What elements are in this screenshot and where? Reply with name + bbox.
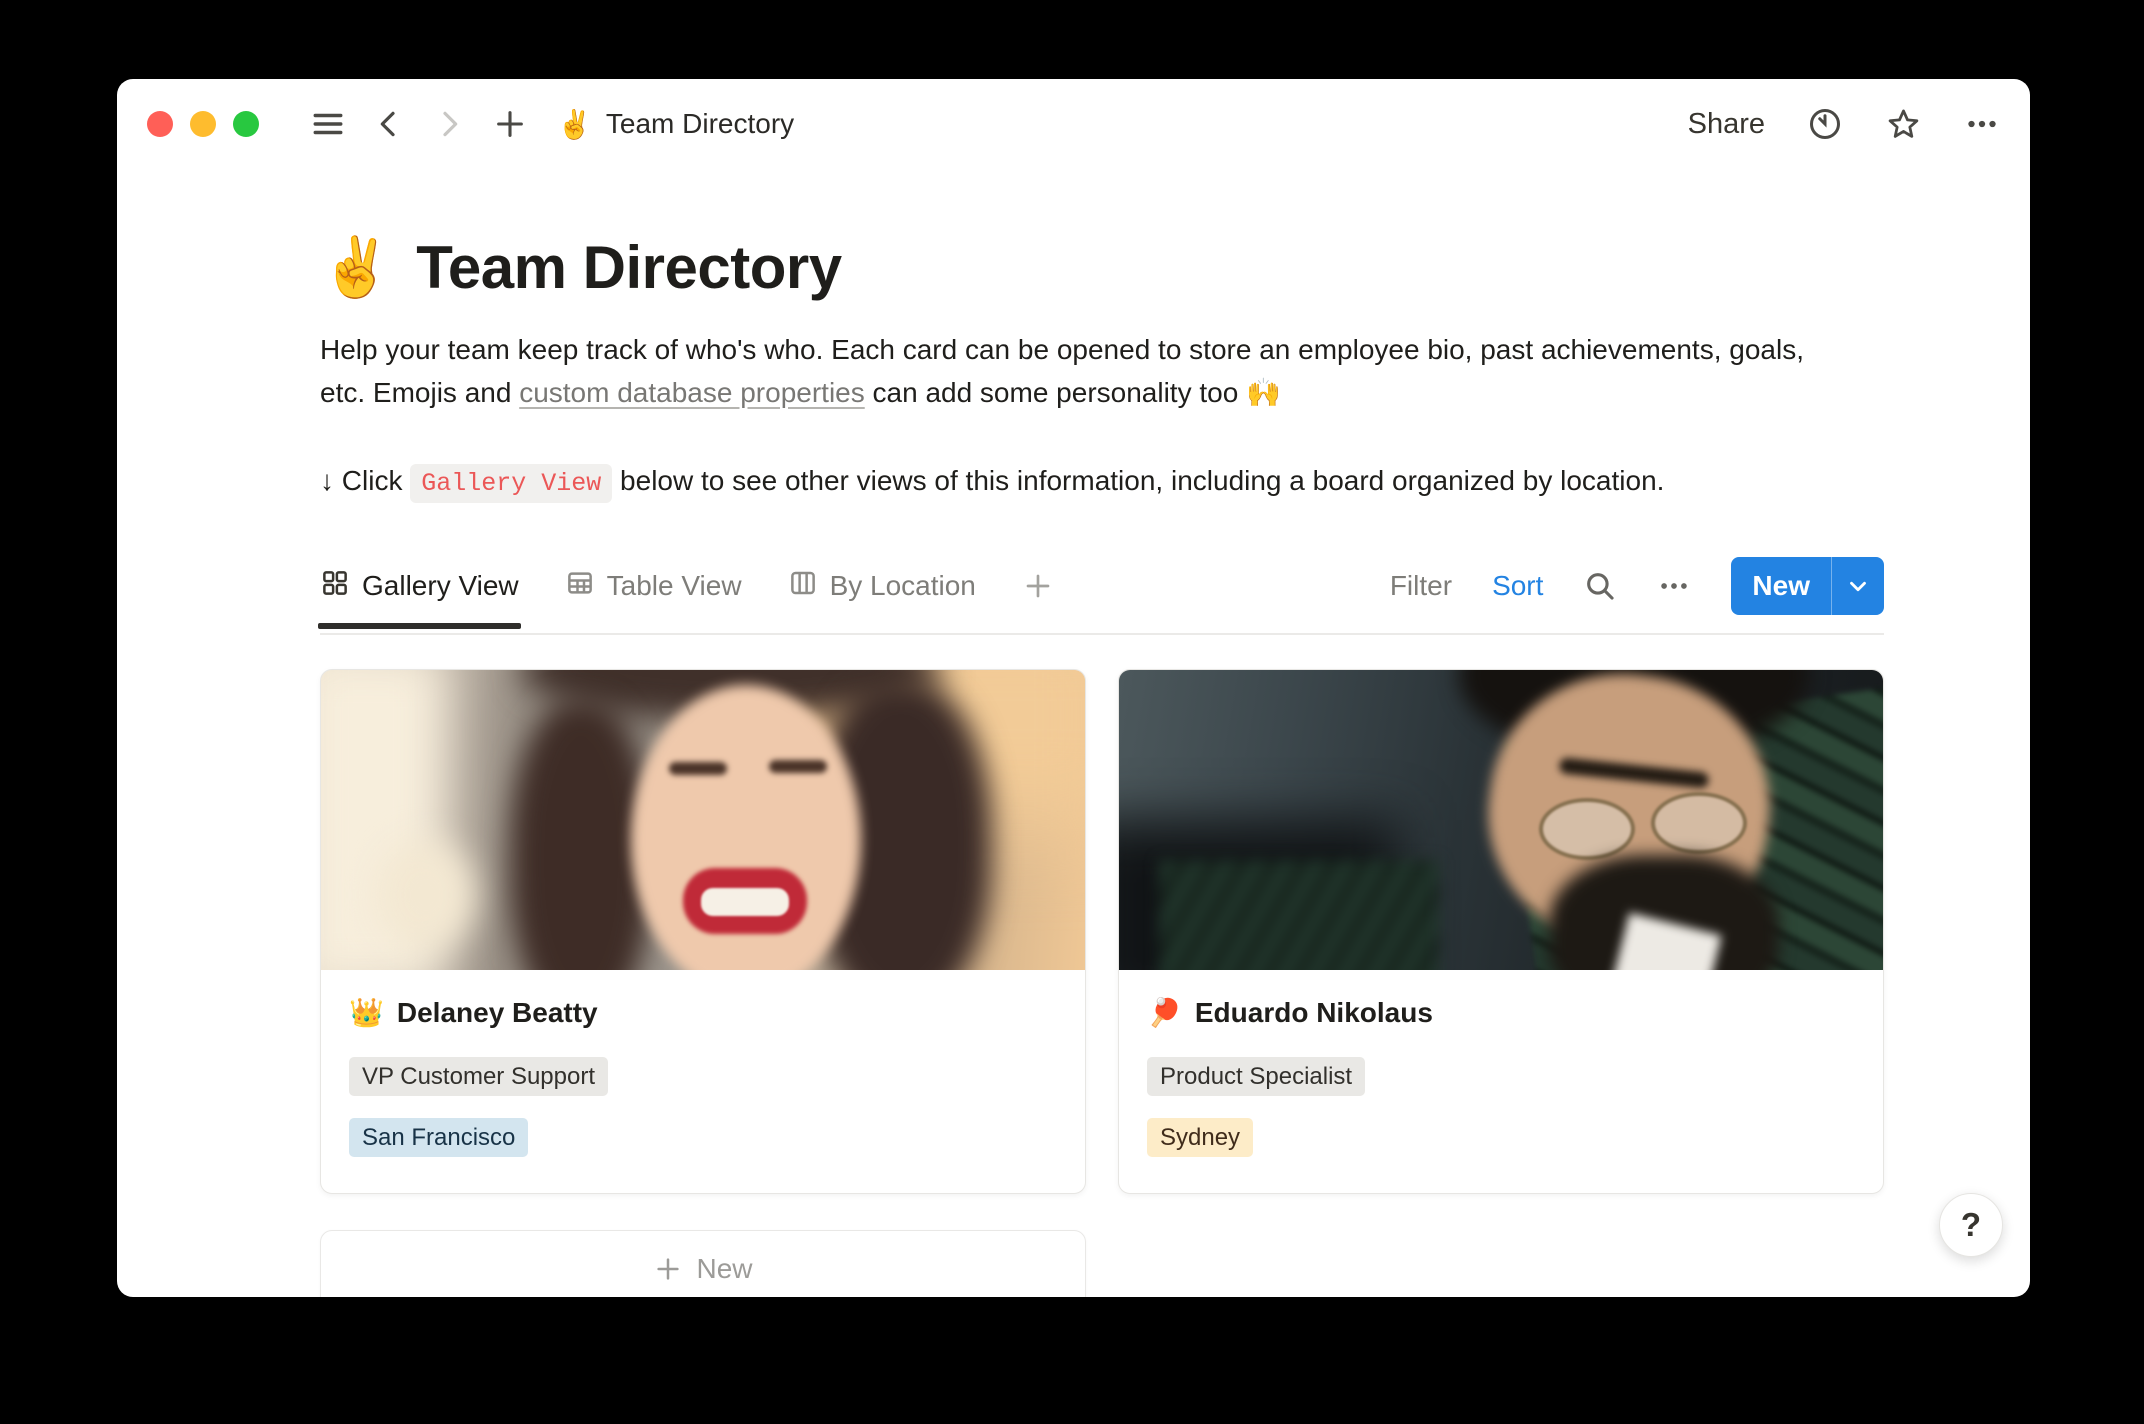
database-view-bar: Gallery View Table View By Location Filt… [320,557,1884,635]
location-tag: San Francisco [349,1118,528,1157]
table-icon [565,568,595,605]
titlebar-actions: Share [1688,106,2000,143]
titlebar-breadcrumb[interactable]: ✌️ Team Directory [557,108,794,141]
location-tag: Sydney [1147,1118,1253,1157]
back-button[interactable] [373,108,405,140]
chevron-down-icon[interactable] [1832,557,1884,615]
card-photo-delaney [321,670,1085,970]
add-card-button[interactable]: New [320,1230,1086,1297]
tab-label: Gallery View [362,570,519,602]
role-row: Product Specialist [1147,1057,1855,1096]
desktop-background: ✌️ Team Directory Share ✌️ Te [0,0,2144,1424]
description-text-tail: can add some personality too 🙌 [865,377,1281,408]
new-record-button[interactable]: New [1731,557,1884,615]
card-title: 👑 Delaney Beatty [349,996,1057,1029]
page-content: ✌️ Team Directory Help your team keep tr… [117,233,2030,1297]
new-tab-button[interactable] [493,107,527,141]
employee-name: Eduardo Nikolaus [1195,997,1433,1029]
fullscreen-window-button[interactable] [233,111,259,137]
hint-text: ↓ Click [320,465,410,496]
tab-label: Table View [607,570,742,602]
page-title: ✌️ Team Directory [320,233,2030,302]
notion-window: ✌️ Team Directory Share ✌️ Te [117,79,2030,1297]
page-title-text: Team Directory [416,233,841,302]
window-titlebar: ✌️ Team Directory Share [117,79,2030,155]
card-photo-eduardo [1119,670,1883,970]
page-emoji-icon: ✌️ [320,239,392,297]
search-icon[interactable] [1583,569,1617,603]
gallery-cards: 👑 Delaney Beatty VP Customer Support San… [320,669,2030,1194]
page-description: Help your team keep track of who's who. … [320,328,1820,414]
titlebar-page-title: Team Directory [606,108,794,140]
hint-text-tail: below to see other views of this informa… [612,465,1664,496]
custom-database-properties-link[interactable]: custom database properties [519,377,865,408]
crown-emoji-icon: 👑 [349,996,384,1029]
location-row: San Francisco [349,1118,1057,1157]
more-options-icon[interactable] [1964,106,2000,142]
plus-icon [653,1254,683,1284]
help-button[interactable]: ? [1939,1193,2003,1257]
tab-gallery-view[interactable]: Gallery View [320,568,519,605]
view-options-icon[interactable] [1657,569,1691,603]
view-toolbar: Filter Sort New [1390,557,1884,615]
sidebar-menu-icon[interactable] [311,107,345,141]
tab-label: By Location [830,570,976,602]
card-delaney-beatty[interactable]: 👑 Delaney Beatty VP Customer Support San… [320,669,1086,1194]
gallery-view-hint: ↓ Click Gallery View below to see other … [320,460,1884,505]
filter-button[interactable]: Filter [1390,570,1452,602]
employee-name: Delaney Beatty [397,997,598,1029]
tab-by-location[interactable]: By Location [788,568,976,605]
card-eduardo-nikolaus[interactable]: 🏓 Eduardo Nikolaus Product Specialist Sy… [1118,669,1884,1194]
board-icon [788,568,818,605]
add-card-label: New [696,1253,752,1285]
card-info: 👑 Delaney Beatty VP Customer Support San… [321,970,1085,1193]
gallery-icon [320,568,350,605]
location-row: Sydney [1147,1118,1855,1157]
tab-table-view[interactable]: Table View [565,568,742,605]
card-info: 🏓 Eduardo Nikolaus Product Specialist Sy… [1119,970,1883,1193]
new-record-label: New [1731,557,1831,615]
share-button[interactable]: Share [1688,108,1765,141]
ping-pong-emoji-icon: 🏓 [1147,996,1182,1029]
gallery-view-code-chip: Gallery View [410,464,612,503]
traffic-lights [147,111,259,137]
doc-emoji-icon: ✌️ [557,108,592,141]
sort-button[interactable]: Sort [1492,570,1543,602]
favorite-star-icon[interactable] [1885,106,1922,143]
role-tag: VP Customer Support [349,1057,608,1096]
card-title: 🏓 Eduardo Nikolaus [1147,996,1855,1029]
add-view-button[interactable] [1022,570,1054,602]
updates-clock-icon[interactable] [1807,106,1843,142]
role-tag: Product Specialist [1147,1057,1365,1096]
close-window-button[interactable] [147,111,173,137]
forward-button[interactable] [433,108,465,140]
role-row: VP Customer Support [349,1057,1057,1096]
minimize-window-button[interactable] [190,111,216,137]
